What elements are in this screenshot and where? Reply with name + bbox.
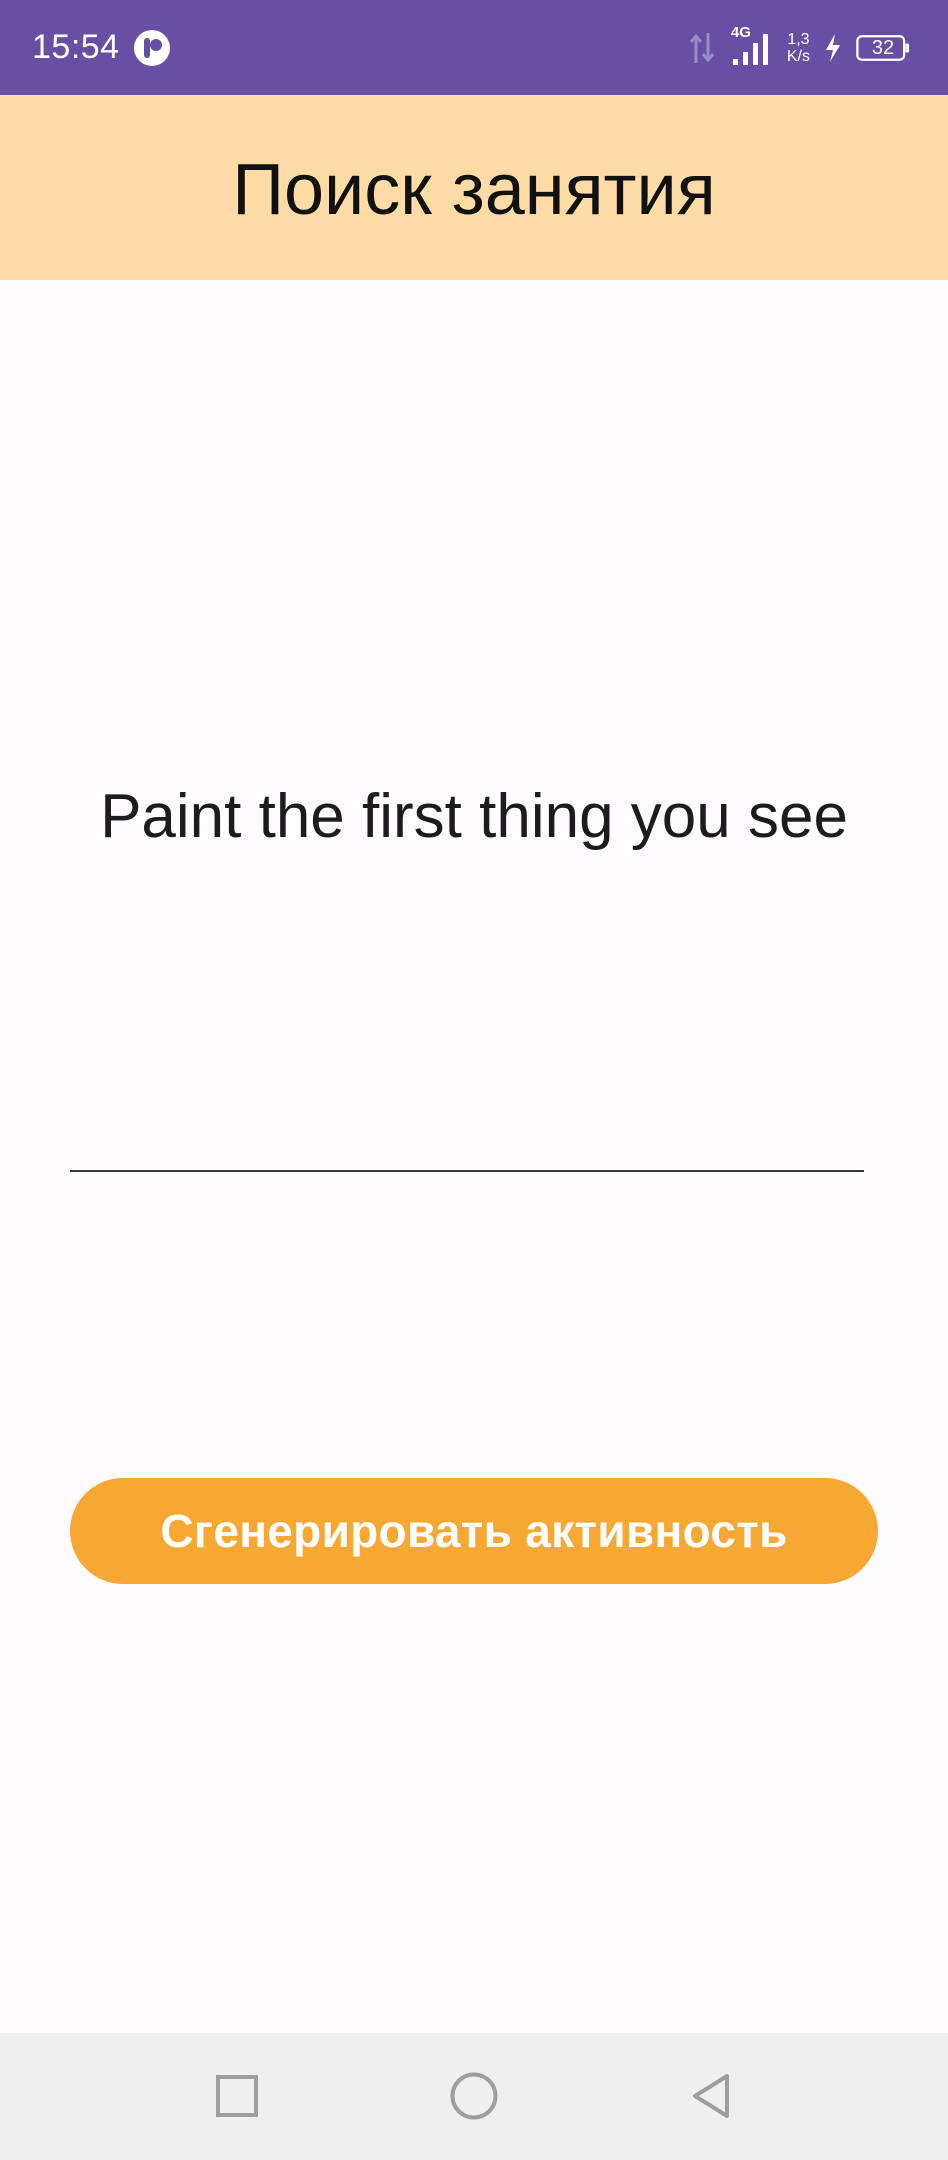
speed-value: 1,3: [787, 31, 810, 48]
speed-unit: K/s: [786, 48, 810, 65]
battery-icon: 32: [856, 33, 916, 63]
charging-icon: [826, 34, 840, 62]
home-button[interactable]: [441, 2063, 507, 2129]
network-speed: 1,3 K/s: [787, 31, 810, 65]
app-header: Поиск занятия: [0, 95, 948, 280]
app-badge-icon: [134, 30, 170, 66]
status-icons: 4G 1,3 K/s 32: [689, 24, 916, 72]
page-title: Поиск занятия: [232, 149, 716, 230]
recents-button[interactable]: [204, 2063, 270, 2129]
data-arrows-icon: [689, 33, 715, 63]
navigation-bar: [0, 2033, 948, 2160]
signal-group: 4G: [729, 24, 773, 68]
recents-square-icon: [216, 2075, 258, 2117]
status-time: 15:54: [32, 28, 120, 66]
home-circle-icon: [450, 2072, 498, 2120]
battery-level: 32: [871, 37, 895, 59]
activity-input[interactable]: [70, 1100, 864, 1172]
signal-icon: [732, 34, 768, 65]
back-triangle-icon: [693, 2074, 729, 2118]
generate-activity-button[interactable]: Сгенерировать активность: [70, 1478, 878, 1584]
status-bar: 15:54 4G 1,3 K/s 32: [0, 0, 948, 95]
back-button[interactable]: [678, 2063, 744, 2129]
activity-text: Paint the first thing you see: [100, 782, 848, 851]
